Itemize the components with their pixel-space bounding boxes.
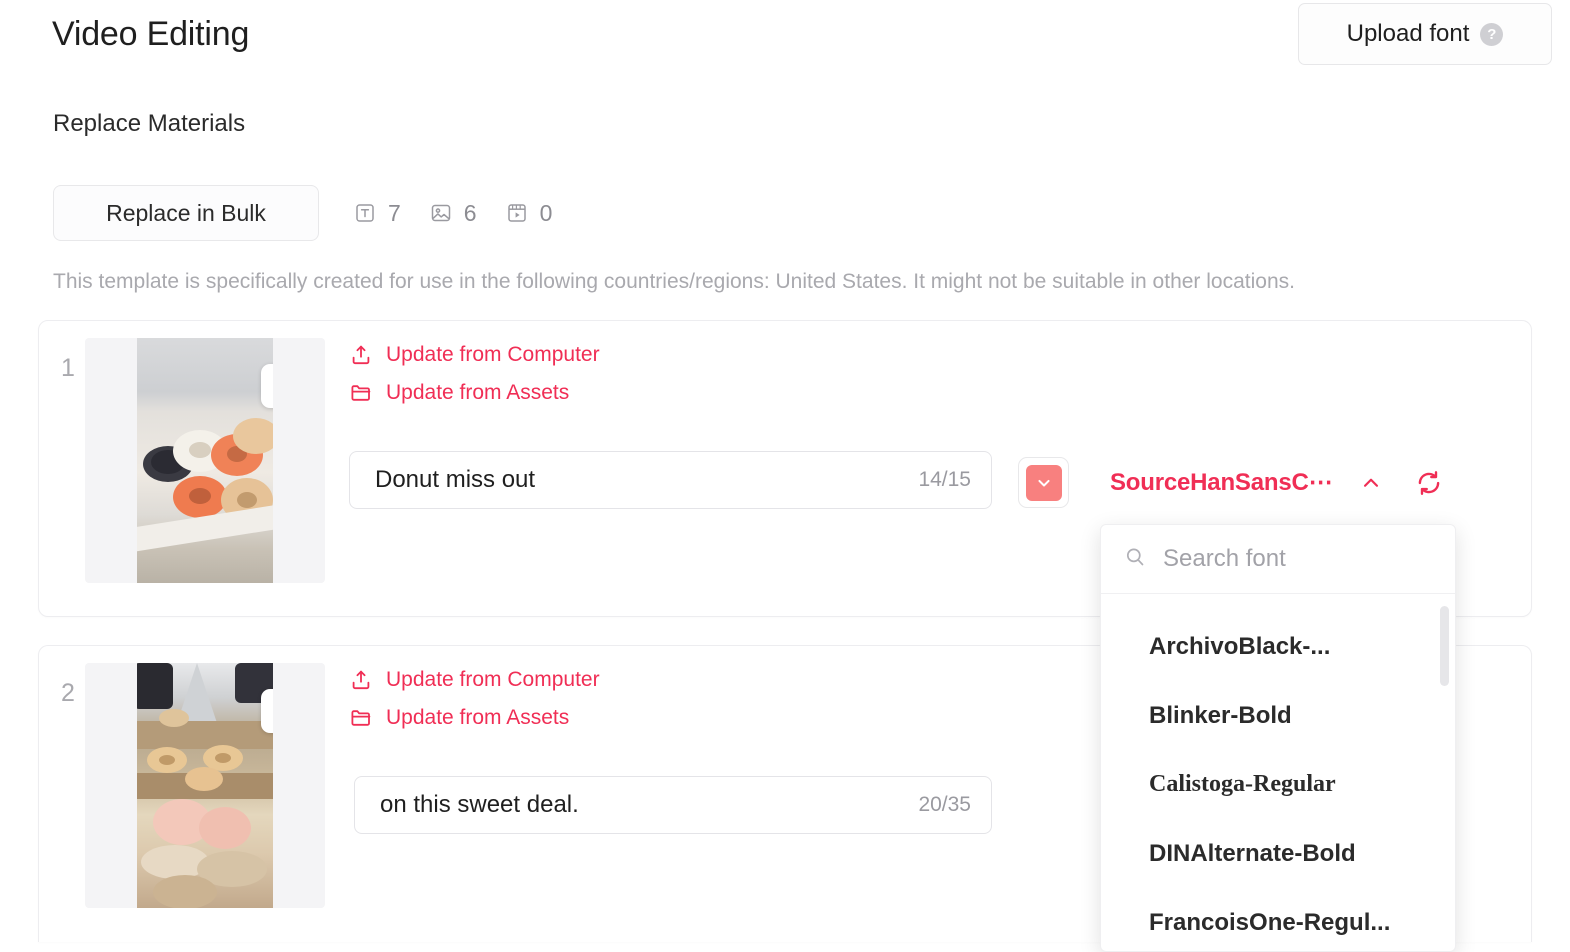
- scrollbar-thumb[interactable]: [1440, 606, 1449, 686]
- selected-font-name[interactable]: SourceHanSansC⋯: [1110, 468, 1332, 497]
- row-index: 2: [61, 679, 75, 708]
- font-list-item[interactable]: Calistoga-Regular: [1101, 750, 1455, 819]
- update-from-assets-link[interactable]: Update from Assets: [349, 381, 569, 405]
- update-from-computer-link[interactable]: Update from Computer: [349, 343, 600, 367]
- text-count-value: 7: [388, 200, 401, 227]
- font-dropdown-toggle-button[interactable]: [1018, 457, 1069, 508]
- row-index: 1: [61, 354, 75, 383]
- font-list[interactable]: ArchivoBlack-... Blinker-Bold Calistoga-…: [1101, 594, 1455, 952]
- image-count-value: 6: [464, 200, 477, 227]
- crop-icon[interactable]: [261, 689, 273, 733]
- caption-text-value: Donut miss out: [375, 466, 535, 494]
- upload-font-label: Upload font: [1347, 20, 1470, 48]
- upload-font-button[interactable]: Upload font ?: [1298, 3, 1552, 65]
- update-from-computer-link[interactable]: Update from Computer: [349, 668, 600, 692]
- replace-in-bulk-button[interactable]: Replace in Bulk: [53, 185, 319, 241]
- upload-icon: [349, 668, 373, 692]
- caption-text-value: on this sweet deal.: [380, 791, 579, 819]
- text-box-icon: [353, 201, 377, 225]
- replace-in-bulk-label: Replace in Bulk: [106, 200, 266, 227]
- update-from-computer-label: Update from Computer: [386, 668, 600, 692]
- font-control: SourceHanSansC⋯: [1018, 457, 1444, 508]
- crop-icon[interactable]: [261, 364, 273, 408]
- video-editing-panel: Video Editing Upload font ? Replace Mate…: [0, 0, 1570, 952]
- bulk-controls-row: Replace in Bulk 7: [53, 185, 580, 241]
- video-clip-icon: [505, 201, 529, 225]
- caption-text-input[interactable]: Donut miss out 14/15: [349, 451, 992, 509]
- upload-icon: [349, 343, 373, 367]
- chevron-down-icon: [1026, 465, 1062, 501]
- video-count-value: 0: [540, 200, 553, 227]
- font-search-placeholder: Search font: [1163, 545, 1286, 573]
- update-from-assets-label: Update from Assets: [386, 706, 569, 730]
- font-list-item[interactable]: DINAlternate-Bold: [1101, 819, 1455, 888]
- caption-text-input[interactable]: on this sweet deal. 20/35: [354, 776, 992, 834]
- char-counter: 14/15: [918, 468, 971, 492]
- text-count-item: 7: [353, 200, 401, 227]
- page-title: Video Editing: [52, 12, 249, 56]
- chevron-up-icon: [1358, 470, 1384, 496]
- material-counts: 7 6: [353, 200, 580, 227]
- search-icon: [1123, 545, 1147, 574]
- refresh-icon: [1414, 468, 1444, 498]
- update-from-computer-label: Update from Computer: [386, 343, 600, 367]
- region-restriction-note: This template is specifically created fo…: [53, 270, 1295, 294]
- thumbnail-container[interactable]: [85, 663, 325, 908]
- char-counter: 20/35: [918, 793, 971, 817]
- font-dropdown-panel: Search font ArchivoBlack-... Blinker-Bol…: [1100, 524, 1456, 952]
- update-actions: Update from Computer Update from Assets: [349, 668, 600, 744]
- update-from-assets-link[interactable]: Update from Assets: [349, 706, 569, 730]
- question-mark-circle-icon[interactable]: ?: [1480, 23, 1503, 46]
- update-actions: Update from Computer Update from Assets: [349, 343, 600, 419]
- update-from-assets-label: Update from Assets: [386, 381, 569, 405]
- font-collapse-button[interactable]: [1358, 470, 1384, 496]
- thumbnail-image: [137, 663, 273, 908]
- font-list-scrollbar[interactable]: [1440, 606, 1449, 936]
- folder-icon: [349, 381, 373, 405]
- thumbnail-container[interactable]: [85, 338, 325, 583]
- folder-icon: [349, 706, 373, 730]
- font-list-item[interactable]: Blinker-Bold: [1101, 681, 1455, 750]
- font-list-item[interactable]: ArchivoBlack-...: [1101, 612, 1455, 681]
- font-list-item[interactable]: FrancoisOne-Regul...: [1101, 888, 1455, 952]
- image-icon: [429, 201, 453, 225]
- font-search-field[interactable]: Search font: [1101, 525, 1455, 594]
- replace-materials-title: Replace Materials: [53, 110, 245, 138]
- video-count-item: 0: [505, 200, 553, 227]
- font-reset-button[interactable]: [1414, 468, 1444, 498]
- image-count-item: 6: [429, 200, 477, 227]
- thumbnail-image: [137, 338, 273, 583]
